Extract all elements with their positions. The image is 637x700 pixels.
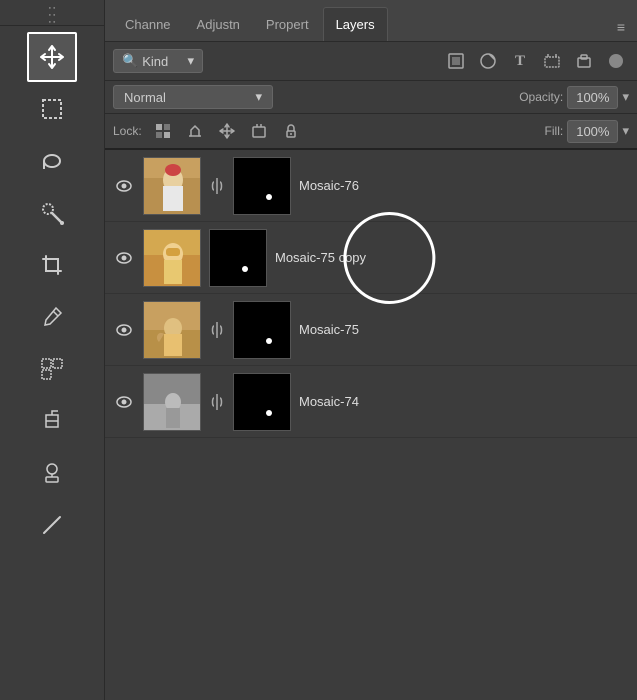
marquee-tool[interactable] — [27, 84, 77, 134]
blend-mode-row: Normal ▾ Opacity: 100% ▾ — [105, 81, 637, 114]
layer-mosaic-75[interactable]: Mosaic-75 — [105, 294, 637, 366]
fill-group: Fill: 100% ▾ — [545, 120, 629, 143]
layers-panel: Channe Adjustn Propert Layers ≡ 🔍 Kind ▾ — [105, 0, 637, 700]
line-tool[interactable] — [27, 500, 77, 550]
filter-adjustment-icon[interactable] — [475, 48, 501, 74]
layer-mask-dot-mosaic-75 — [266, 338, 272, 344]
fill-arrow[interactable]: ▾ — [622, 123, 629, 139]
brush-tool[interactable] — [27, 188, 77, 238]
tab-adjustments[interactable]: Adjustn — [185, 7, 252, 41]
blend-mode-dropdown[interactable]: Normal ▾ — [113, 85, 273, 109]
layer-visibility-mosaic-76[interactable] — [113, 175, 135, 197]
panel-tabs: Channe Adjustn Propert Layers ≡ — [105, 0, 637, 42]
layer-name-mosaic-76: Mosaic-76 — [299, 178, 629, 193]
toolbar — [0, 0, 105, 700]
layer-thumb-mosaic-75-copy — [143, 229, 201, 287]
lasso-tool[interactable] — [27, 136, 77, 186]
lock-position-icon[interactable] — [214, 118, 240, 144]
layer-name-mosaic-74: Mosaic-74 — [299, 394, 629, 409]
filter-toggle-circle[interactable] — [603, 48, 629, 74]
blend-mode-arrow: ▾ — [255, 89, 262, 105]
layer-mosaic-75-copy[interactable]: Mosaic-75 copy — [105, 222, 637, 294]
layer-thumb-mosaic-74 — [143, 373, 201, 431]
layers-list-inner: Mosaic-76 — [105, 150, 637, 438]
filter-smartobj-icon[interactable] — [571, 48, 597, 74]
fill-input[interactable]: 100% — [567, 120, 618, 143]
layer-name-mosaic-75-copy: Mosaic-75 copy — [275, 250, 629, 265]
layer-mask-mosaic-74 — [233, 373, 291, 431]
tab-layers[interactable]: Layers — [323, 7, 388, 41]
layer-thumb-mosaic-76 — [143, 157, 201, 215]
layer-link-mosaic-74 — [209, 392, 225, 412]
tab-properties[interactable]: Propert — [254, 7, 321, 41]
layer-name-mosaic-75: Mosaic-75 — [299, 322, 629, 337]
toolbar-grip — [0, 4, 104, 26]
eyedropper-tool[interactable] — [27, 292, 77, 342]
move-tool[interactable] — [27, 32, 77, 82]
filter-kind-label: Kind — [142, 54, 168, 69]
layer-mask-mosaic-76 — [233, 157, 291, 215]
opacity-arrow[interactable]: ▾ — [622, 89, 629, 105]
filter-pixel-icon[interactable] — [443, 48, 469, 74]
lock-row: Lock: — [105, 114, 637, 150]
search-icon: 🔍 — [122, 53, 138, 69]
layer-visibility-mosaic-75-copy[interactable] — [113, 247, 135, 269]
panel-menu-icon[interactable]: ≡ — [613, 13, 629, 41]
filter-kind-dropdown[interactable]: 🔍 Kind ▾ — [113, 49, 203, 73]
fill-label: Fill: — [545, 124, 564, 138]
layer-mosaic-74[interactable]: Mosaic-74 — [105, 366, 637, 438]
lock-image-icon[interactable] — [182, 118, 208, 144]
layer-mask-mosaic-75-copy — [209, 229, 267, 287]
filter-type-icons: T — [443, 48, 629, 74]
filter-kind-arrow: ▾ — [187, 53, 194, 69]
layer-visibility-mosaic-74[interactable] — [113, 391, 135, 413]
layer-mask-dot-mosaic-74 — [266, 410, 272, 416]
lock-all-icon[interactable] — [278, 118, 304, 144]
lock-pixels-icon[interactable] — [150, 118, 176, 144]
filter-type-icon[interactable]: T — [507, 48, 533, 74]
lock-artboard-icon[interactable] — [246, 118, 272, 144]
layer-mask-mosaic-75 — [233, 301, 291, 359]
layer-link-mosaic-76 — [209, 176, 225, 196]
opacity-label: Opacity: — [519, 90, 563, 104]
layer-visibility-mosaic-75[interactable] — [113, 319, 135, 341]
stamp-tool[interactable] — [27, 448, 77, 498]
crop-tool[interactable] — [27, 240, 77, 290]
tab-channels[interactable]: Channe — [113, 7, 183, 41]
layer-mosaic-76[interactable]: Mosaic-76 — [105, 150, 637, 222]
layer-mask-dot-mosaic-75-copy — [242, 266, 248, 272]
opacity-input[interactable]: 100% — [567, 86, 618, 109]
filter-shape-icon[interactable] — [539, 48, 565, 74]
layer-thumb-mosaic-75 — [143, 301, 201, 359]
layer-mask-dot-mosaic-76 — [266, 194, 272, 200]
layer-link-mosaic-75 — [209, 320, 225, 340]
selection-tool[interactable] — [27, 344, 77, 394]
paint-tool[interactable] — [27, 396, 77, 446]
lock-label: Lock: — [113, 124, 142, 138]
layers-list: Mosaic-76 — [105, 150, 637, 700]
opacity-group: Opacity: 100% ▾ — [519, 86, 629, 109]
blend-mode-label: Normal — [124, 90, 166, 105]
filter-row: 🔍 Kind ▾ T — [105, 42, 637, 81]
